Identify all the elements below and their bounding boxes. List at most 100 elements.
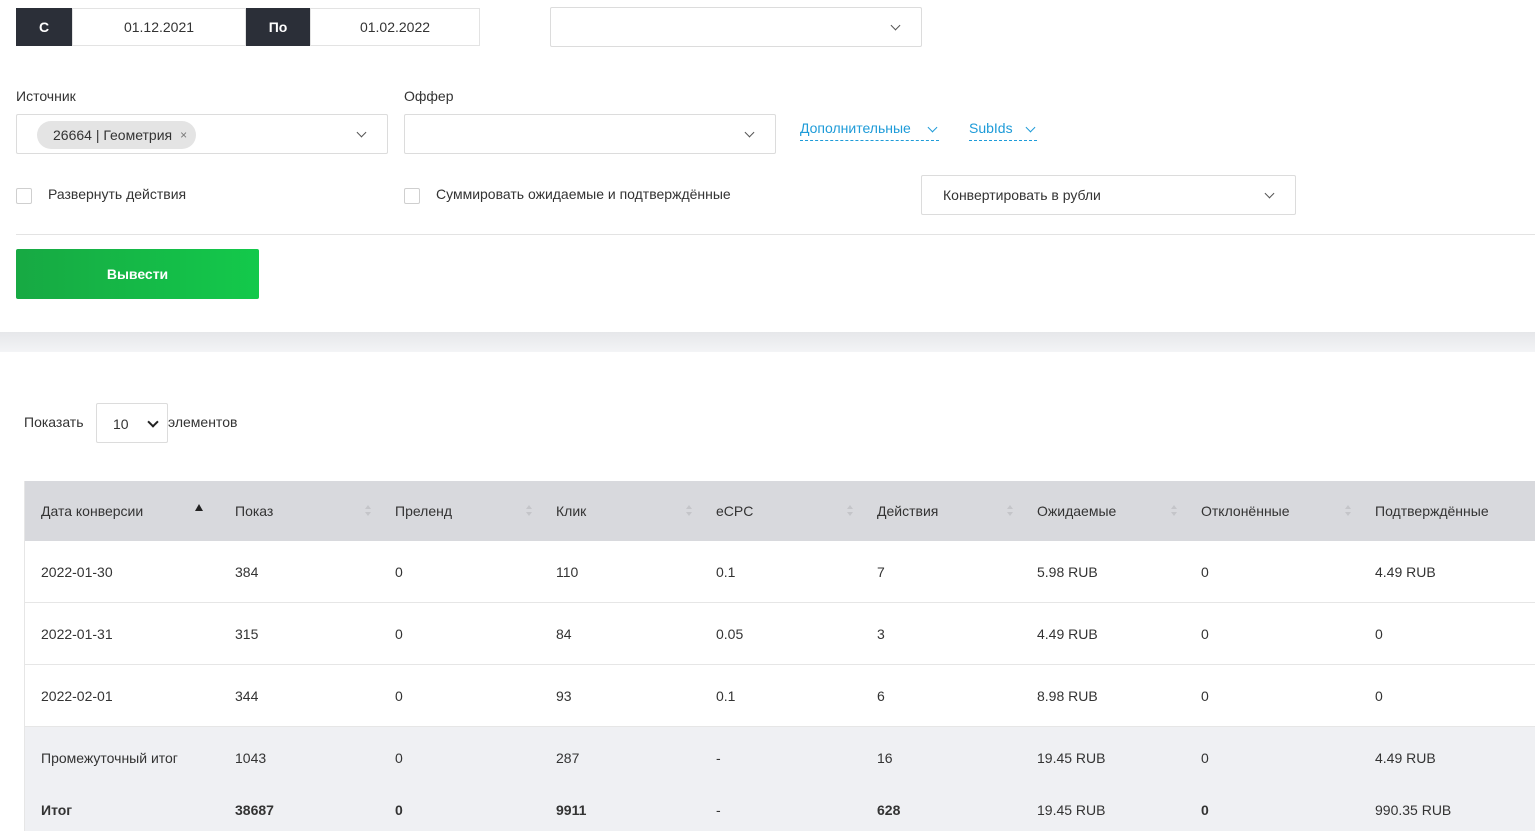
- subids-dropdown-label: SubIds: [969, 120, 1013, 136]
- table-cell: 0: [1185, 664, 1359, 727]
- header-expected[interactable]: Ожидаемые: [1021, 481, 1185, 541]
- header-ecpc[interactable]: eCPC: [700, 481, 861, 541]
- table-cell: 9911: [540, 789, 700, 831]
- table-cell: 38687: [219, 789, 379, 831]
- table-cell: 0: [379, 789, 540, 831]
- chevron-down-icon: [147, 416, 159, 428]
- table-cell: 0: [1185, 602, 1359, 665]
- sort-icon: [365, 505, 371, 517]
- table-cell: 0.1: [700, 541, 861, 603]
- chevron-down-icon: [1025, 122, 1036, 133]
- table-cell: 4.49 RUB: [1021, 602, 1185, 665]
- table-cell: 315: [219, 602, 379, 665]
- page-size-select[interactable]: 10: [96, 403, 168, 443]
- header-label: Действия: [877, 503, 939, 519]
- sort-icon: [1345, 505, 1351, 517]
- expand-actions-checkbox[interactable]: [16, 188, 32, 204]
- submit-button[interactable]: Вывести: [16, 249, 259, 299]
- table-cell: 628: [861, 789, 1021, 831]
- date-from-input[interactable]: 01.12.2021: [72, 8, 246, 46]
- header-conversion-date[interactable]: Дата конверсии: [25, 481, 219, 541]
- table-cell: 384: [219, 541, 379, 603]
- convert-select[interactable]: Конвертировать в рубли: [921, 175, 1296, 215]
- header-label: Клик: [556, 503, 587, 519]
- table-cell: 4.49 RUB: [1359, 541, 1535, 603]
- table-cell: 0: [1185, 726, 1359, 789]
- sort-icon: [1171, 505, 1177, 517]
- table-cell: 0: [379, 726, 540, 789]
- table-cell: 6: [861, 664, 1021, 727]
- subids-dropdown[interactable]: SubIds: [969, 120, 1037, 141]
- expand-actions-label: Развернуть действия: [48, 186, 187, 202]
- header-confirmed[interactable]: Подтверждённые: [1359, 481, 1535, 541]
- chevron-down-icon: [927, 122, 938, 133]
- header-label: Отклонённые: [1201, 503, 1290, 519]
- table-cell: 0: [1185, 541, 1359, 603]
- stats-table: Дата конверсии Показ Преленд Клик eCPC Д…: [25, 481, 1535, 831]
- header-clicks[interactable]: Клик: [540, 481, 700, 541]
- header-label: Подтверждённые: [1375, 503, 1489, 519]
- header-label: eCPC: [716, 503, 754, 519]
- divider: [16, 234, 1535, 235]
- sort-icon: [847, 505, 853, 517]
- table-row: 2022-01-30 384 0 110 0.1 7 5.98 RUB 0 4.…: [25, 541, 1535, 603]
- chevron-down-icon: [1264, 188, 1275, 199]
- table-cell: 344: [219, 664, 379, 727]
- subtotal-row: Промежуточный итог 1043 0 287 - 16 19.45…: [25, 726, 1535, 789]
- table-header-row: Дата конверсии Показ Преленд Клик eCPC Д…: [25, 481, 1535, 541]
- date-to-input[interactable]: 01.02.2022: [310, 8, 480, 46]
- source-tag-text: 26664 | Геометрия: [53, 127, 173, 143]
- total-row: Итог 38687 0 9911 - 628 19.45 RUB 0 990.…: [25, 789, 1535, 831]
- sort-ascending-icon: [195, 504, 203, 511]
- header-prelanding[interactable]: Преленд: [379, 481, 540, 541]
- header-label: Дата конверсии: [41, 503, 144, 519]
- table-cell: Итог: [25, 789, 219, 831]
- table-cell: 0.05: [700, 602, 861, 665]
- page-size-suffix: элементов: [168, 414, 238, 430]
- header-actions[interactable]: Действия: [861, 481, 1021, 541]
- header-label: Ожидаемые: [1037, 503, 1117, 519]
- chevron-down-icon: [890, 20, 901, 31]
- extra-dropdown[interactable]: Дополнительные: [800, 120, 939, 141]
- table-cell: 0: [379, 541, 540, 603]
- table-cell: 7: [861, 541, 1021, 603]
- sort-icon: [1007, 505, 1013, 517]
- remove-tag-icon[interactable]: ×: [180, 128, 187, 142]
- table-cell: 990.35 RUB: [1359, 789, 1535, 831]
- sum-label: Суммировать ожидаемые и подтверждённые: [436, 186, 731, 202]
- table-cell: -: [700, 789, 861, 831]
- table-cell: 0.1: [700, 664, 861, 727]
- sort-icon: [686, 505, 692, 517]
- table-cell: 1043: [219, 726, 379, 789]
- sort-icon: [526, 505, 532, 517]
- source-label: Источник: [16, 88, 76, 104]
- table-cell: 0: [379, 602, 540, 665]
- table-row: 2022-02-01 344 0 93 0.1 6 8.98 RUB 0 0: [25, 664, 1535, 727]
- page-size-value: 10: [113, 416, 129, 432]
- table-cell: 2022-01-31: [25, 602, 219, 665]
- source-select[interactable]: 26664 | Геометрия ×: [16, 114, 388, 154]
- top-select[interactable]: [550, 7, 922, 47]
- sum-checkbox[interactable]: [404, 188, 420, 204]
- table-row: 2022-01-31 315 0 84 0.05 3 4.49 RUB 0 0: [25, 602, 1535, 665]
- header-label: Показ: [235, 503, 274, 519]
- table-cell: 287: [540, 726, 700, 789]
- table-cell: 19.45 RUB: [1021, 789, 1185, 831]
- page-size-prefix: Показать: [24, 414, 84, 430]
- header-rejected[interactable]: Отклонённые: [1185, 481, 1359, 541]
- table-cell: 84: [540, 602, 700, 665]
- panel-separator: [0, 332, 1535, 352]
- table-cell: Промежуточный итог: [25, 726, 219, 789]
- offer-select[interactable]: [404, 114, 776, 154]
- date-to-label: По: [246, 8, 310, 46]
- table-cell: 8.98 RUB: [1021, 664, 1185, 727]
- convert-select-value: Конвертировать в рубли: [943, 187, 1101, 203]
- table-cell: 0: [1359, 602, 1535, 665]
- table-cell: 3: [861, 602, 1021, 665]
- table-cell: 5.98 RUB: [1021, 541, 1185, 603]
- header-impressions[interactable]: Показ: [219, 481, 379, 541]
- table-cell: 0: [379, 664, 540, 727]
- offer-label: Оффер: [404, 88, 454, 104]
- chevron-down-icon: [744, 127, 755, 138]
- table-cell: 2022-01-30: [25, 541, 219, 603]
